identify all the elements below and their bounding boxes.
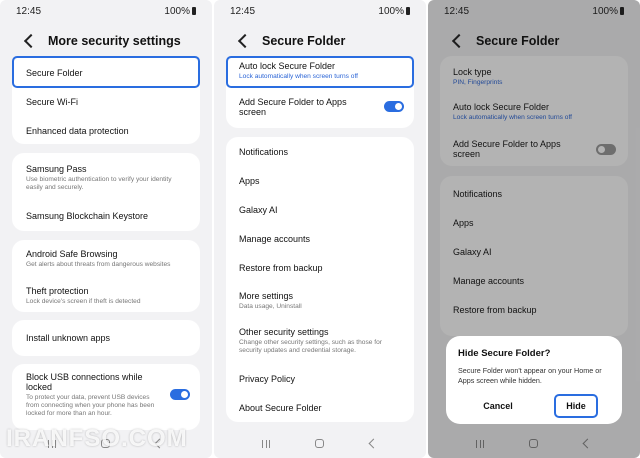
menu-item-about[interactable]: About Secure Folder [226, 403, 414, 413]
item-title: Notifications [239, 147, 289, 157]
item-title: Install unknown apps [26, 333, 111, 343]
battery-icon: 100% [164, 6, 196, 17]
nav-back-icon[interactable] [368, 438, 379, 449]
item-title: Auto lock Secure Folder [239, 61, 336, 71]
status-time: 12:45 [230, 6, 256, 17]
phone-screen-more-security: 12:45 100% More security settings Secure… [0, 0, 212, 458]
menu-item-privacy-policy[interactable]: Privacy Policy [226, 374, 414, 384]
add-to-apps-toggle[interactable] [384, 101, 404, 112]
menu-item-restore-backup[interactable]: Restore from backup [226, 263, 414, 273]
item-title: More settings [239, 291, 294, 301]
dialog-title: Hide Secure Folder? [458, 348, 551, 359]
menu-item-safe-browsing[interactable]: Android Safe Browsing Get alerts about t… [12, 249, 190, 269]
status-bar: 12:45 100% [214, 6, 426, 18]
item-title: Apps [239, 176, 260, 186]
menu-item-apps[interactable]: Apps [226, 176, 414, 186]
item-title: Android Safe Browsing [26, 249, 118, 259]
menu-item-notifications[interactable]: Notifications [226, 147, 414, 157]
item-subtitle: Use biometric authentication to verify y… [26, 176, 172, 191]
menu-item-block-usb[interactable]: Block USB connections while locked To pr… [12, 372, 162, 418]
item-subtitle: Get alerts about threats from dangerous … [26, 261, 171, 268]
hide-button[interactable]: Hide [548, 396, 604, 416]
watermark: IRANFSO.COM [6, 425, 188, 452]
item-title: Block USB connections while locked [26, 372, 143, 392]
back-arrow-icon[interactable] [237, 33, 253, 49]
hide-secure-folder-dialog: Hide Secure Folder? Secure Folder won't … [446, 336, 622, 424]
back-arrow-icon[interactable] [23, 33, 39, 49]
item-title: Samsung Pass [26, 164, 87, 174]
menu-item-manage-accounts[interactable]: Manage accounts [226, 234, 414, 244]
item-subtitle: Lock device's screen if theft is detecte… [26, 298, 141, 305]
status-bar: 12:45 100% [0, 6, 212, 18]
menu-item-secure-wifi[interactable]: Secure Wi-Fi [12, 97, 200, 107]
menu-item-secure-folder[interactable]: Secure Folder [12, 68, 200, 78]
menu-item-more-settings[interactable]: More settings Data usage, Uninstall [226, 291, 414, 311]
item-title: Samsung Blockchain Keystore [26, 211, 149, 221]
dialog-message: Secure Folder won't appear on your Home … [458, 366, 602, 385]
item-title: Manage accounts [239, 234, 311, 244]
menu-item-install-unknown-apps[interactable]: Install unknown apps [12, 333, 200, 343]
item-title: Other security settings [239, 327, 329, 337]
menu-item-auto-lock[interactable]: Auto lock Secure Folder Lock automatical… [226, 61, 414, 81]
app-bar: Secure Folder [236, 32, 416, 50]
item-title: Restore from backup [239, 263, 323, 273]
page-title: Secure Folder [262, 34, 346, 48]
page-title: More security settings [48, 34, 181, 48]
item-subtitle: Change other security settings, such as … [239, 339, 382, 354]
item-title: Enhanced data protection [26, 126, 129, 136]
item-title: About Secure Folder [239, 403, 322, 413]
menu-item-theft-protection[interactable]: Theft protection Lock device's screen if… [12, 286, 190, 306]
item-title: Galaxy AI [239, 205, 278, 215]
home-icon[interactable] [315, 439, 324, 448]
item-title: Theft protection [26, 286, 89, 296]
status-time: 12:45 [16, 6, 42, 17]
item-subtitle: Lock automatically when screen turns off [239, 73, 358, 80]
block-usb-toggle[interactable] [170, 389, 190, 400]
battery-icon: 100% [378, 6, 410, 17]
item-title: Secure Wi-Fi [26, 97, 79, 107]
menu-item-galaxy-ai[interactable]: Galaxy AI [226, 205, 414, 215]
menu-item-blockchain-keystore[interactable]: Samsung Blockchain Keystore [12, 211, 200, 221]
phone-screen-hide-dialog: 12:45 100% Secure Folder Lock type PIN, … [428, 0, 640, 458]
navigation-bar [214, 438, 426, 452]
item-subtitle: Data usage, Uninstall [239, 303, 302, 310]
cancel-button[interactable]: Cancel [470, 396, 526, 416]
menu-item-add-to-apps[interactable]: Add Secure Folder to Apps screen [226, 97, 376, 117]
recent-apps-icon[interactable] [262, 440, 270, 448]
item-title: Privacy Policy [239, 374, 296, 384]
item-subtitle: To protect your data, prevent USB device… [26, 394, 155, 417]
menu-item-other-security[interactable]: Other security settings Change other sec… [226, 327, 406, 355]
menu-item-samsung-pass[interactable]: Samsung Pass Use biometric authenticatio… [12, 164, 190, 192]
phone-screen-secure-folder: 12:45 100% Secure Folder Auto lock Secur… [214, 0, 426, 458]
app-bar: More security settings [22, 32, 202, 50]
menu-item-enhanced-data-protection[interactable]: Enhanced data protection [12, 126, 200, 136]
item-title: Secure Folder [26, 68, 83, 78]
item-title: Add Secure Folder to Apps screen [239, 97, 347, 117]
